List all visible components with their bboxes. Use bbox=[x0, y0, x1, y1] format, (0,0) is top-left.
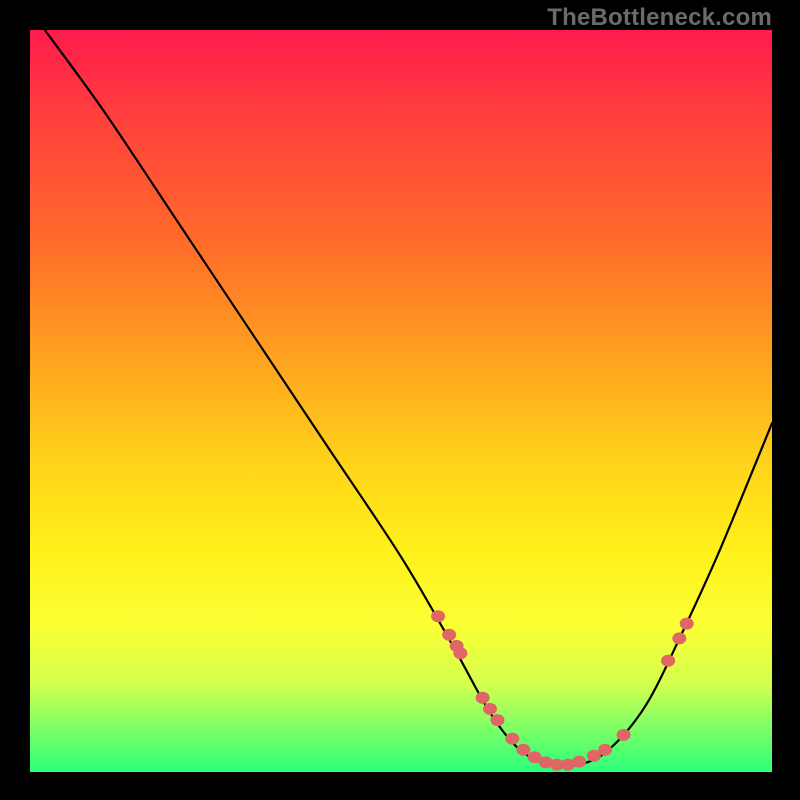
chart-frame: TheBottleneck.com bbox=[0, 0, 800, 800]
data-marker bbox=[442, 629, 456, 641]
data-marker bbox=[661, 655, 675, 667]
data-marker bbox=[476, 692, 490, 704]
data-marker bbox=[516, 744, 530, 756]
data-marker bbox=[672, 632, 686, 644]
watermark-text: TheBottleneck.com bbox=[547, 4, 772, 32]
data-marker bbox=[483, 703, 497, 715]
bottleneck-curve bbox=[45, 30, 772, 766]
data-marker bbox=[572, 756, 586, 768]
data-marker bbox=[431, 610, 445, 622]
data-marker bbox=[491, 714, 505, 726]
data-marker bbox=[505, 733, 519, 745]
plot-area bbox=[30, 30, 772, 772]
data-marker bbox=[453, 647, 467, 659]
data-marker bbox=[598, 744, 612, 756]
data-marker bbox=[617, 729, 631, 741]
data-marker bbox=[680, 618, 694, 630]
chart-svg bbox=[30, 30, 772, 772]
